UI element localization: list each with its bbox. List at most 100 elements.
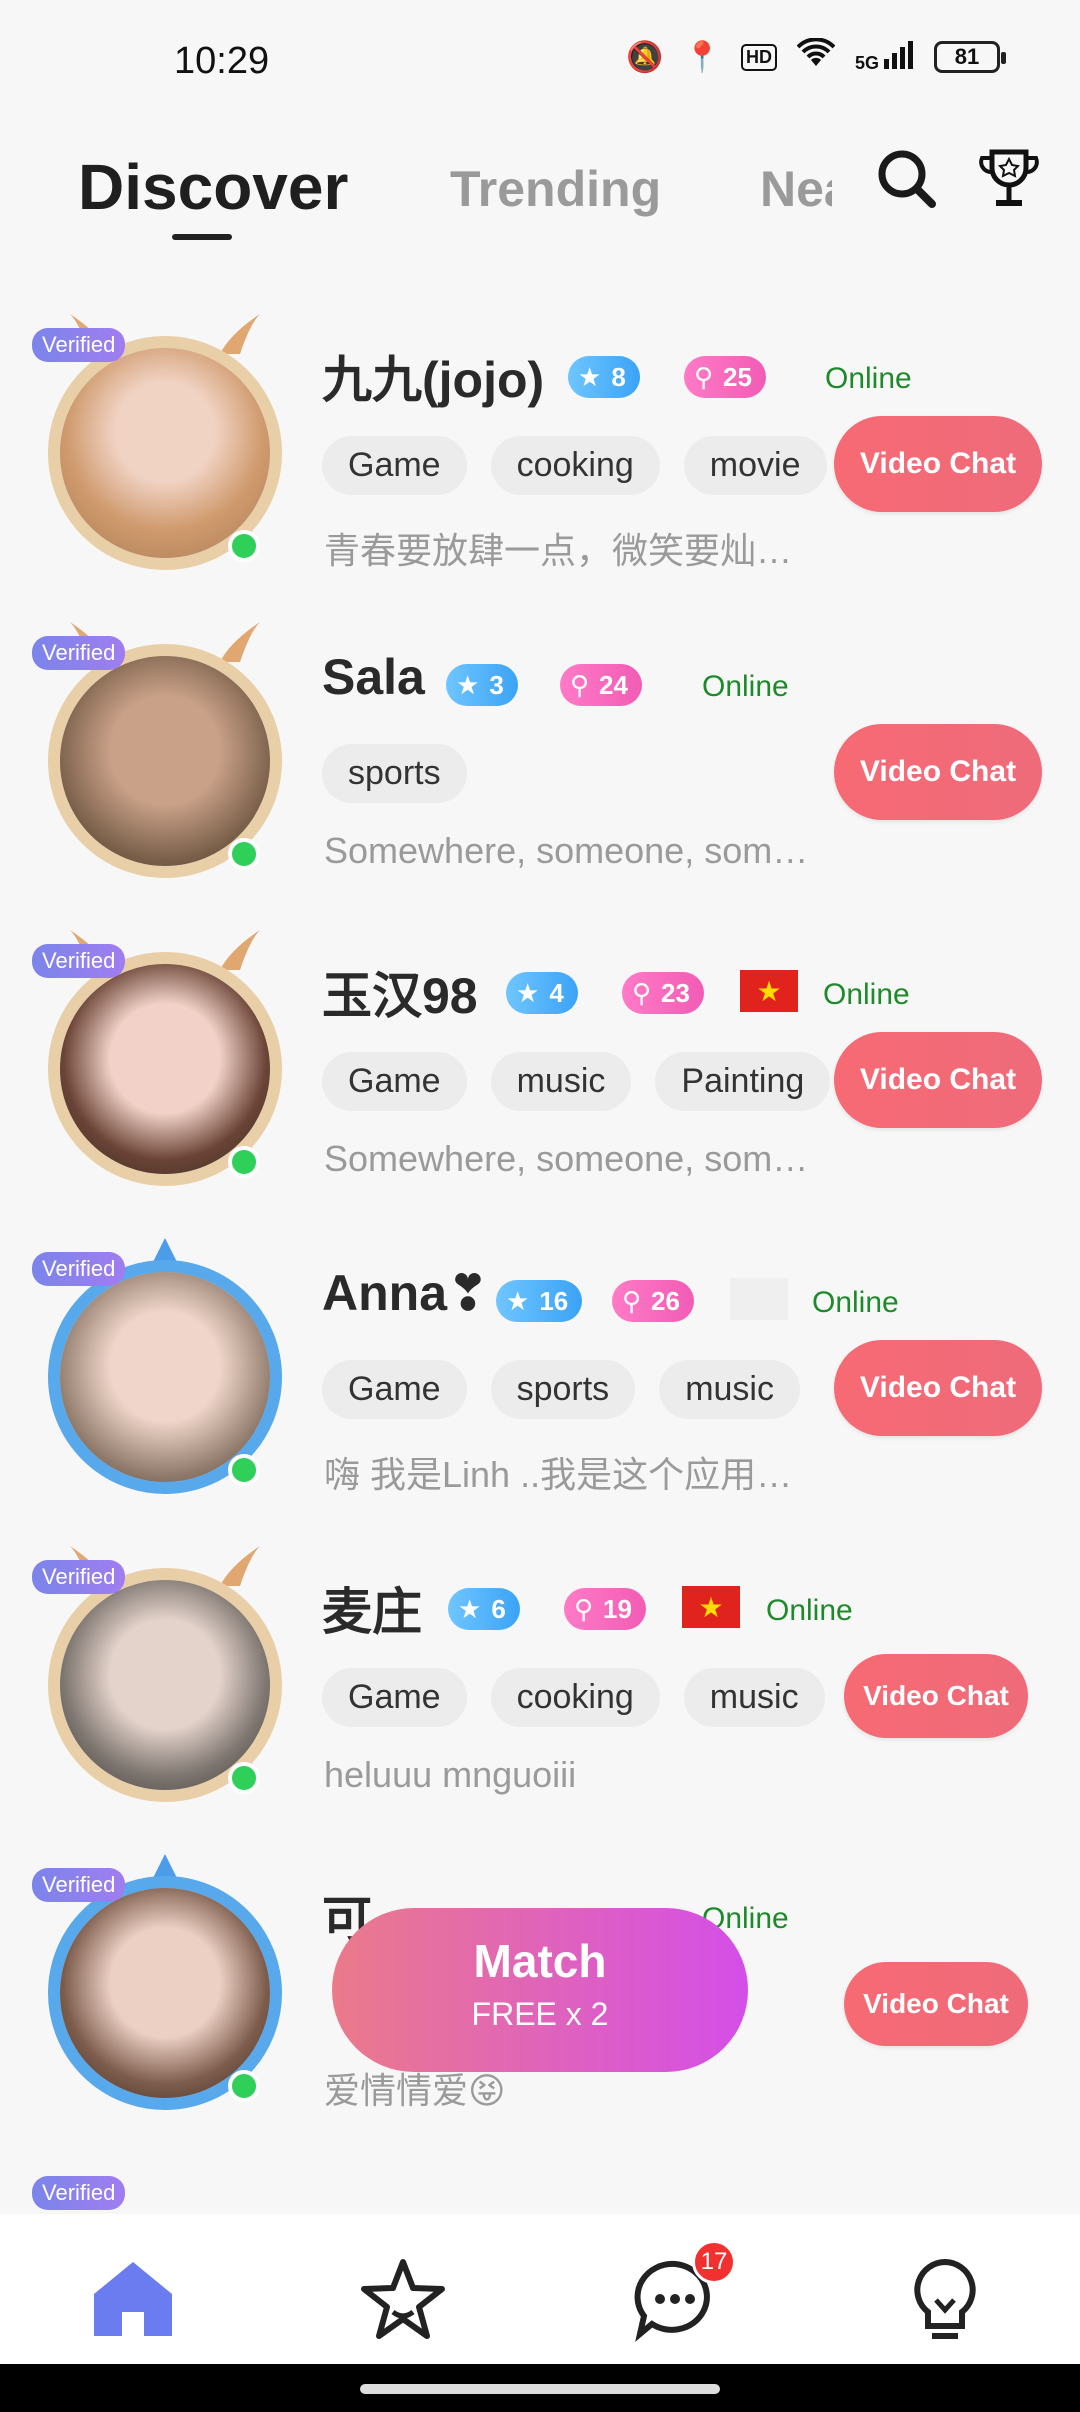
star-icon: ★ [458, 1593, 482, 1624]
level-badge: ★ 3 [446, 664, 518, 706]
wifi-icon [796, 37, 836, 76]
tag-list: sports [322, 744, 467, 803]
signal-icon: 5G [855, 40, 914, 74]
bio-text: Somewhere, someone, som… [324, 1138, 809, 1179]
match-button[interactable]: Match FREE x 2 [332, 1908, 748, 2072]
video-chat-button[interactable]: Video Chat [834, 724, 1042, 820]
match-title: Match [473, 1935, 607, 1987]
bio-text: 嗨 我是Linh ..我是这个应用… [324, 1454, 793, 1495]
tab-discover[interactable]: Discover [78, 150, 348, 224]
key-icon: ⚲ [622, 1285, 642, 1316]
tag: Painting [655, 1052, 831, 1111]
online-indicator [228, 838, 260, 870]
trophy-icon[interactable] [974, 144, 1044, 214]
tag: cooking [490, 1668, 660, 1727]
key-icon: ⚲ [570, 669, 590, 700]
tag: movie [683, 436, 827, 495]
video-chat-button[interactable]: Video Chat [834, 416, 1042, 512]
clock: 10:29 [174, 40, 270, 82]
online-status: Online [823, 978, 910, 1011]
user-name: 玉汉98 [322, 968, 478, 1024]
tab-trending[interactable]: Trending [450, 160, 661, 218]
verified-badge: Verified [32, 944, 126, 978]
level-badge: ★ 6 [448, 1588, 520, 1630]
key-icon: ⚲ [632, 977, 652, 1008]
online-indicator [228, 2070, 260, 2102]
online-status: Online [825, 362, 912, 395]
verified-badge: Verified [32, 1868, 126, 1902]
key-icon: ⚲ [694, 361, 714, 392]
online-indicator [228, 1454, 260, 1486]
video-chat-button[interactable]: Video Chat [834, 1340, 1042, 1436]
avatar[interactable]: Verified [32, 1546, 290, 1810]
tag: Game [322, 1052, 467, 1111]
online-indicator [228, 530, 260, 562]
tag: Game [322, 1668, 467, 1727]
bio-text: Somewhere, someone, som… [324, 830, 809, 871]
country-flag [730, 1278, 788, 1320]
search-icon[interactable] [872, 144, 942, 214]
star-icon: ★ [578, 361, 602, 392]
video-chat-button[interactable]: Video Chat [844, 1962, 1028, 2046]
tag: music [683, 1668, 825, 1727]
charm-badge: ⚲ 24 [560, 664, 642, 706]
status-bar: 10:29 🔕 📍 HD 5G 81 [0, 0, 1080, 120]
avatar[interactable]: Verified [32, 1854, 290, 2118]
online-indicator [228, 1146, 260, 1178]
tag: Game [322, 436, 467, 495]
tag: sports [322, 744, 467, 803]
avatar[interactable]: Verified [32, 314, 290, 578]
match-subtitle: FREE x 2 [471, 1996, 609, 2032]
star-icon[interactable] [358, 2254, 448, 2344]
top-tabs: Discover Trending Nearby [0, 130, 1080, 250]
unread-badge: 17 [692, 2240, 736, 2284]
tab-nearby[interactable]: Nearby [760, 160, 832, 218]
tag: cooking [490, 436, 660, 495]
video-chat-button[interactable]: Video Chat [834, 1032, 1042, 1128]
verified-badge: Verified [32, 328, 126, 362]
hd-icon: HD [740, 43, 777, 71]
tag: sports [490, 1360, 636, 1419]
tag-list: Game music Painting [322, 1052, 831, 1111]
charm-badge: ⚲ 19 [564, 1588, 646, 1630]
video-chat-button[interactable]: Video Chat [844, 1654, 1028, 1738]
avatar[interactable]: Verified [32, 930, 290, 1194]
tag: music [490, 1052, 632, 1111]
list-item[interactable]: Verified 麦庄 ★ 6 ⚲ 19 ★ Online Game cooking… [0, 1546, 1080, 1858]
country-flag: ★ [682, 1586, 740, 1628]
battery-icon: 81 [934, 41, 1006, 73]
home-icon[interactable] [88, 2254, 178, 2344]
online-status: Online [812, 1286, 899, 1319]
avatar[interactable]: Verified [32, 622, 290, 886]
location-icon: 📍 [683, 40, 721, 74]
verified-badge: Verified [32, 1560, 126, 1594]
verified-badge: Verified [32, 2176, 126, 2210]
verified-badge: Verified [32, 636, 126, 670]
verified-badge: Verified [32, 1252, 126, 1286]
mute-icon: 🔕 [626, 40, 664, 74]
tag-list: Game cooking music [322, 1668, 825, 1727]
tag: Game [322, 1360, 467, 1419]
tag-list: Game cooking movie [322, 436, 827, 495]
tag-list: Game sports music [322, 1360, 800, 1419]
charm-badge: ⚲ 26 [612, 1280, 694, 1322]
list-item[interactable]: Verified Sala ★ 3 ⚲ 24 Online sports Somew… [0, 622, 1080, 934]
list-item[interactable]: Verified 玉汉98 ★ 4 ⚲ 23 ★ Online Game music… [0, 930, 1080, 1242]
home-gesture-pill[interactable] [360, 2384, 720, 2394]
online-status: Online [702, 670, 789, 703]
bio-text: 青春要放肆一点，微笑要灿… [324, 530, 793, 571]
level-badge: ★ 16 [496, 1280, 583, 1322]
user-name: 麦庄 [322, 1584, 422, 1640]
star-icon: ★ [506, 1285, 530, 1316]
bulb-icon[interactable] [900, 2254, 990, 2344]
star-icon: ★ [516, 977, 540, 1008]
avatar[interactable]: Verified [32, 1238, 290, 1502]
bio-text: heluuu mnguoiii [324, 1754, 577, 1795]
level-badge: ★ 4 [506, 972, 578, 1014]
user-name: Anna❣ [322, 1265, 489, 1321]
list-item[interactable]: Verified Anna❣ ★ 16 ⚲ 26 Online Game sport… [0, 1238, 1080, 1550]
bottom-nav: 17 [0, 2214, 1080, 2364]
charm-badge: ⚲ 25 [684, 356, 766, 398]
list-item[interactable]: Verified 九九(jojo) ★ 8 ⚲ 25 Online Game coo… [0, 314, 1080, 626]
tag: music [659, 1360, 800, 1419]
